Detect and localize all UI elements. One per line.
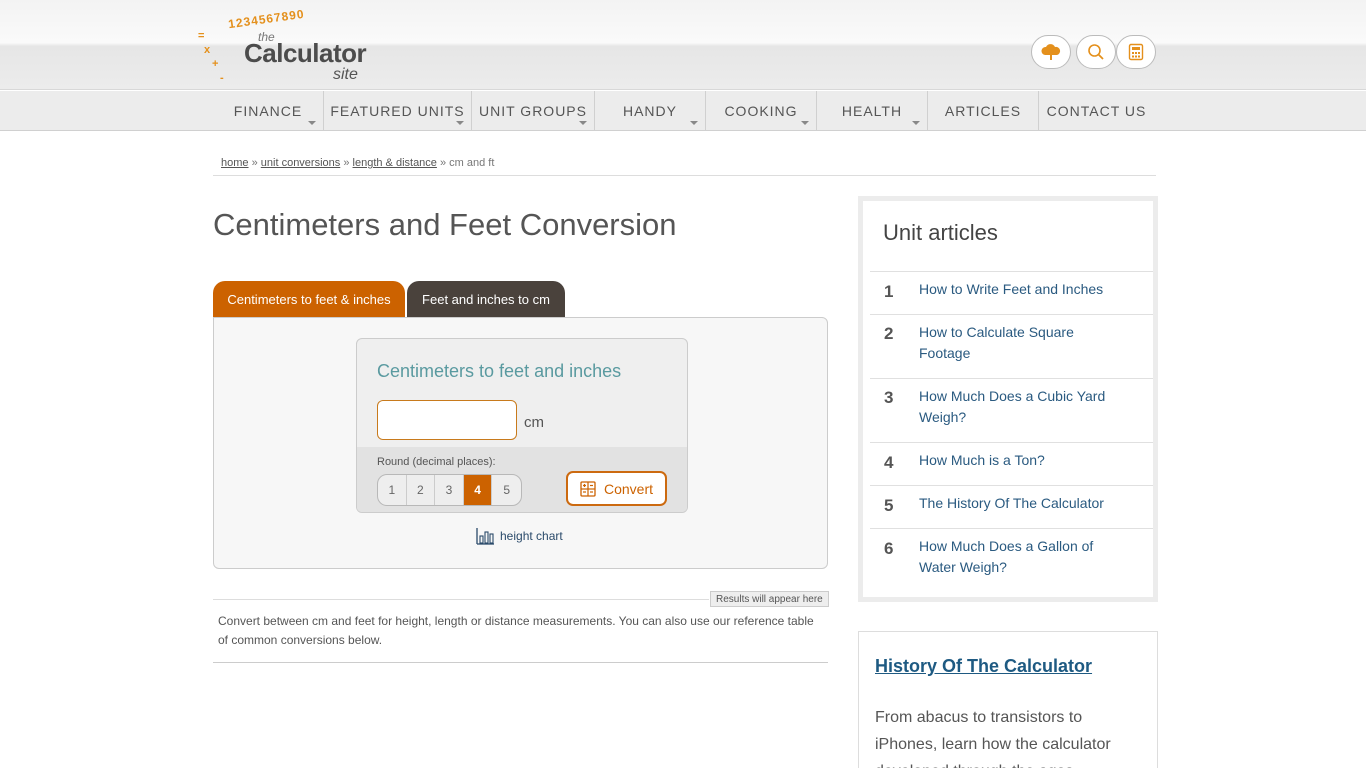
- divider: [213, 175, 1156, 176]
- logo-name: Calculator: [244, 38, 367, 68]
- round-option-2[interactable]: 2: [407, 475, 436, 505]
- nav-label: Featured Units: [330, 103, 465, 119]
- round-option-1[interactable]: 1: [378, 475, 407, 505]
- caret-down-icon: [308, 121, 316, 125]
- history-text: From abacus to transistors to iPhones, l…: [875, 709, 1111, 768]
- calculator-icon: [580, 480, 596, 497]
- nav-finance[interactable]: Finance: [213, 91, 324, 131]
- convert-button[interactable]: Convert: [566, 471, 667, 506]
- divider: [213, 599, 709, 600]
- list-item[interactable]: 2 How to Calculate Square Footage: [870, 314, 1153, 378]
- unit-label: cm: [524, 414, 544, 431]
- article-number: 5: [884, 496, 894, 515]
- article-number: 2: [884, 324, 894, 343]
- calculator-button[interactable]: [1116, 35, 1156, 69]
- height-chart-label: height chart: [500, 529, 563, 543]
- site-logo[interactable]: 1234567890 = x + - the Calculator site: [194, 7, 374, 86]
- breadcrumb-separator: »: [439, 157, 447, 169]
- nav-label: Articles: [944, 103, 1022, 119]
- divider: [213, 662, 828, 663]
- main-nav: Finance Featured Units Unit Groups Handy…: [0, 91, 1366, 131]
- breadcrumb-separator: »: [251, 157, 258, 169]
- article-link[interactable]: How Much Does a Gallon of Water Weigh?: [919, 536, 1119, 578]
- nav-cooking[interactable]: Cooking: [706, 91, 817, 131]
- round-selector: 1 2 3 4 5: [377, 474, 522, 506]
- nav-label: Unit Groups: [479, 103, 587, 119]
- tab-cm-to-ft[interactable]: Centimeters to feet & inches: [213, 281, 405, 317]
- logo-operators: = x + -: [198, 30, 224, 84]
- nav-label: Handy: [622, 103, 677, 119]
- calculator-options: Round (decimal places): 1 2 3 4 5 Conver…: [357, 447, 687, 512]
- nav-articles[interactable]: Articles: [928, 91, 1039, 131]
- nav-handy[interactable]: Handy: [595, 91, 706, 131]
- search-icon: [1088, 44, 1104, 60]
- caret-down-icon: [690, 121, 698, 125]
- article-link[interactable]: How to Calculate Square Footage: [919, 322, 1119, 364]
- nav-contact-us[interactable]: Contact Us: [1039, 91, 1154, 131]
- caret-down-icon: [912, 121, 920, 125]
- caret-down-icon: [579, 121, 587, 125]
- unit-articles-box: Unit articles 1 How to Write Feet and In…: [858, 196, 1158, 602]
- cloud-icon: [1041, 44, 1061, 60]
- nav-health[interactable]: Health: [817, 91, 928, 131]
- list-item[interactable]: 3 How Much Does a Cubic Yard Weigh?: [870, 378, 1153, 442]
- nav-label: Health: [841, 103, 903, 119]
- tab-ft-to-cm[interactable]: Feet and inches to cm: [407, 281, 565, 317]
- list-item[interactable]: 1 How to Write Feet and Inches: [870, 271, 1153, 314]
- site-header: 1234567890 = x + - the Calculator site: [0, 0, 1366, 90]
- nav-label: Contact Us: [1046, 103, 1147, 119]
- history-title-link[interactable]: History Of The Calculator: [875, 656, 1092, 677]
- article-link[interactable]: The History Of The Calculator: [919, 493, 1119, 514]
- calculator-title: Centimeters to feet and inches: [377, 361, 622, 381]
- breadcrumb-current: cm and ft: [449, 157, 495, 169]
- list-item[interactable]: 5 The History Of The Calculator: [870, 485, 1153, 528]
- calculator-icon: [1128, 43, 1144, 61]
- article-number: 4: [884, 453, 894, 472]
- article-number: 6: [884, 539, 894, 558]
- article-number: 3: [884, 388, 894, 407]
- article-number: 1: [884, 282, 894, 301]
- cm-input[interactable]: [377, 400, 517, 440]
- nav-label: Finance: [233, 103, 303, 119]
- cloud-button[interactable]: [1031, 35, 1071, 69]
- bar-chart-icon: [476, 528, 494, 545]
- breadcrumb: home » unit conversions » length & dista…: [221, 157, 494, 169]
- nav-label: Cooking: [724, 103, 798, 119]
- breadcrumb-separator: »: [343, 157, 350, 169]
- breadcrumb-home[interactable]: home: [221, 157, 249, 169]
- page-title: Centimeters and Feet Conversion: [213, 207, 677, 242]
- round-option-3[interactable]: 3: [435, 475, 464, 505]
- round-label: Round (decimal places):: [377, 456, 496, 468]
- list-item[interactable]: 6 How Much Does a Gallon of Water Weigh?: [870, 528, 1153, 592]
- history-box: History Of The Calculator From abacus to…: [858, 631, 1158, 768]
- list-item[interactable]: 4 How Much is a Ton?: [870, 442, 1153, 485]
- breadcrumb-unit-conversions[interactable]: unit conversions: [261, 157, 341, 169]
- article-link[interactable]: How Much Does a Cubic Yard Weigh?: [919, 386, 1119, 428]
- unit-articles-list: 1 How to Write Feet and Inches 2 How to …: [870, 271, 1153, 592]
- calculator-box: Centimeters to feet and inches cm Round …: [356, 338, 688, 513]
- nav-featured-units[interactable]: Featured Units: [324, 91, 472, 131]
- round-option-5[interactable]: 5: [492, 475, 521, 505]
- round-option-4[interactable]: 4: [463, 475, 493, 505]
- unit-articles-title: Unit articles: [883, 220, 998, 245]
- breadcrumb-length-distance[interactable]: length & distance: [353, 157, 437, 169]
- logo-site: site: [333, 66, 358, 83]
- nav-unit-groups[interactable]: Unit Groups: [472, 91, 595, 131]
- results-tag: Results will appear here: [710, 591, 829, 607]
- article-link[interactable]: How to Write Feet and Inches: [919, 279, 1119, 300]
- height-chart-link[interactable]: height chart: [476, 527, 563, 545]
- article-link[interactable]: How Much is a Ton?: [919, 450, 1119, 471]
- convert-label: Convert: [603, 480, 654, 497]
- search-button[interactable]: [1076, 35, 1116, 69]
- calculator-panel: Centimeters to feet and inches cm Round …: [213, 317, 828, 569]
- caret-down-icon: [456, 121, 464, 125]
- description: Convert between cm and feet for height, …: [218, 614, 814, 647]
- caret-down-icon: [801, 121, 809, 125]
